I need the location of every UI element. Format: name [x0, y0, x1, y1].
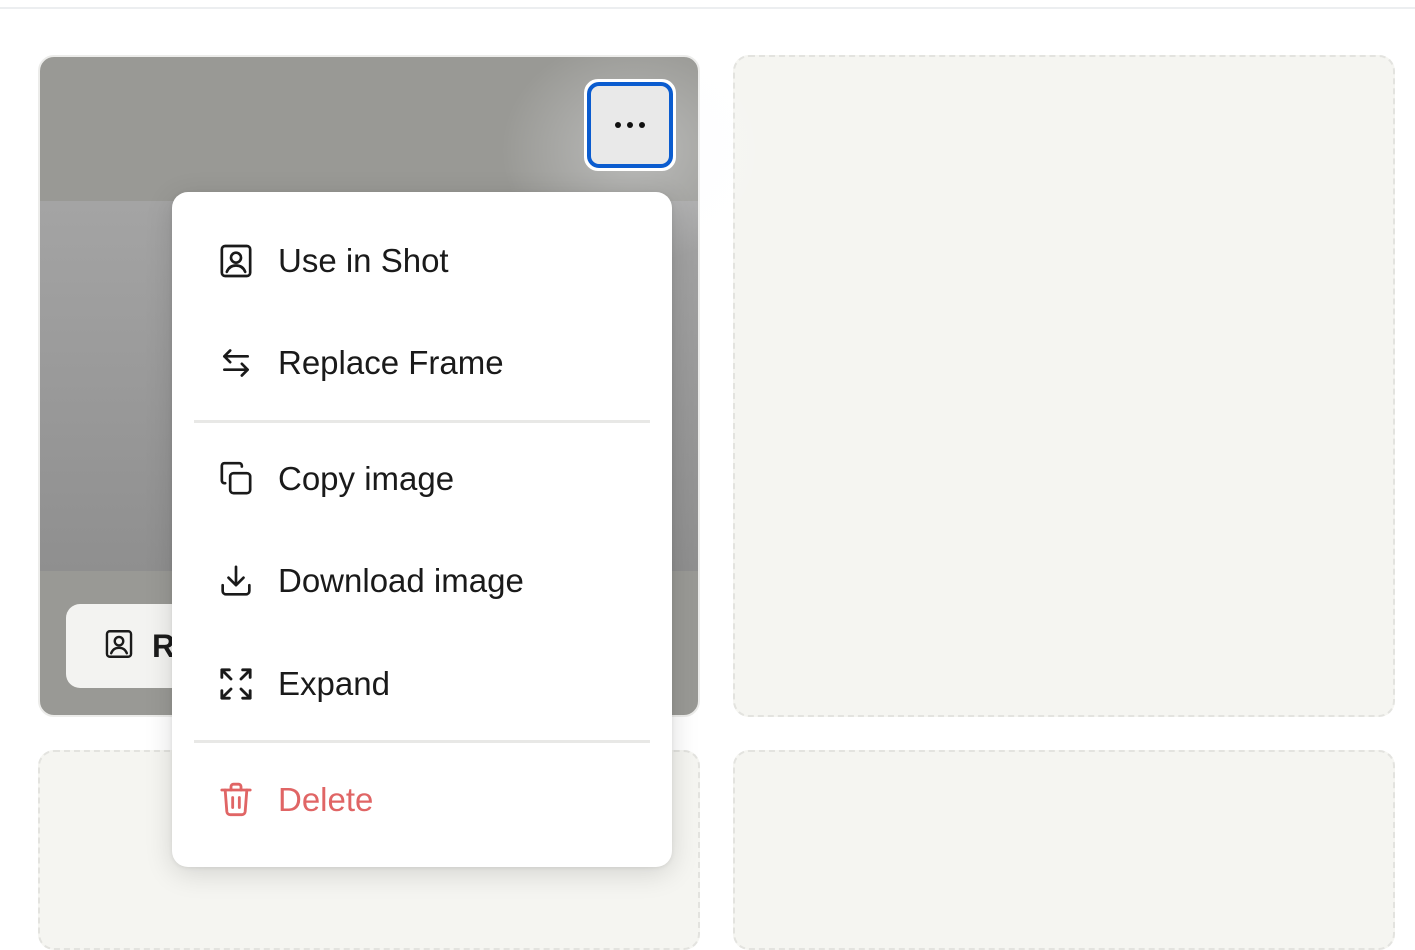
menu-item-label: Use in Shot — [278, 242, 449, 279]
portrait-frame-icon — [102, 627, 136, 666]
menu-item-label: Expand — [278, 665, 390, 702]
expand-icon — [216, 664, 256, 704]
menu-item-replace-frame[interactable]: Replace Frame — [194, 318, 650, 408]
empty-frame-slot[interactable] — [733, 750, 1395, 950]
menu-item-download-image[interactable]: Download image — [194, 536, 650, 626]
menu-divider — [194, 420, 650, 423]
more-horizontal-icon — [587, 82, 673, 168]
trash-icon — [216, 780, 256, 820]
menu-item-delete[interactable]: Delete — [194, 755, 650, 845]
menu-item-use-in-shot[interactable]: Use in Shot — [194, 216, 650, 306]
portrait-frame-icon — [216, 241, 256, 281]
top-divider — [0, 0, 1415, 9]
download-icon — [216, 561, 256, 601]
context-menu: Use in Shot Replace Frame Copy image Dow… — [172, 192, 672, 867]
copy-icon — [216, 459, 256, 499]
more-options-button[interactable] — [584, 79, 676, 171]
menu-item-copy-image[interactable]: Copy image — [194, 434, 650, 524]
menu-item-label: Delete — [278, 781, 374, 818]
menu-item-label: Download image — [278, 562, 524, 599]
swap-arrows-icon — [216, 343, 256, 383]
menu-item-label: Replace Frame — [278, 344, 504, 381]
menu-divider — [194, 740, 650, 743]
menu-item-expand[interactable]: Expand — [194, 639, 650, 729]
empty-frame-slot[interactable] — [733, 55, 1395, 717]
menu-item-label: Copy image — [278, 460, 455, 497]
